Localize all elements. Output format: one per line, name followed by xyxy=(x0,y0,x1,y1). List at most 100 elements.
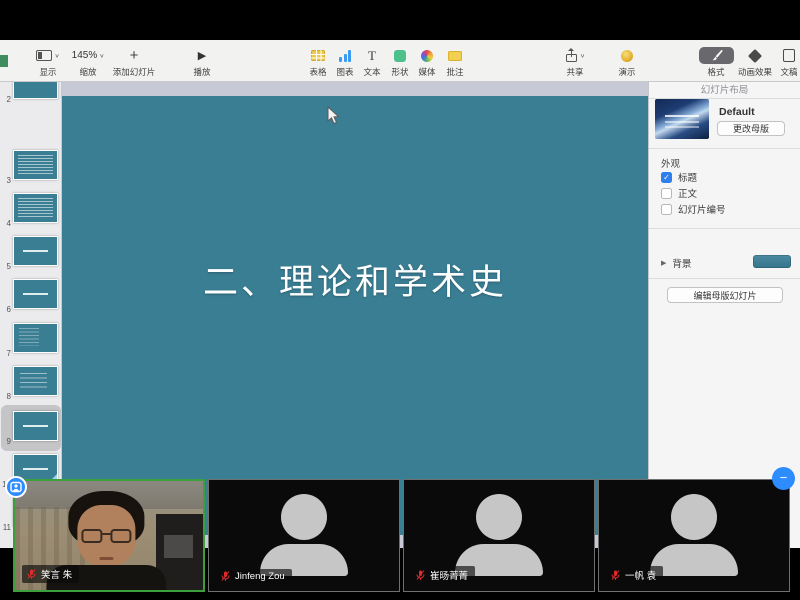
slide-number: 4 xyxy=(2,219,11,228)
slide-number: 5 xyxy=(2,262,11,271)
zoom-control[interactable]: 145%∨ 缩放 xyxy=(62,47,114,78)
appearance-label: 外观 xyxy=(661,156,680,170)
plus-icon: + xyxy=(130,49,139,63)
keynote-live-icon xyxy=(621,50,633,62)
slide-thumbnail-6[interactable]: 6 xyxy=(0,276,62,316)
option-slide-number[interactable]: 幻灯片编号 xyxy=(661,202,726,216)
muted-mic-icon xyxy=(611,570,620,581)
slide-number: 2 xyxy=(2,95,11,104)
document-label: 文稿 xyxy=(780,66,797,78)
slide-number: 11 xyxy=(2,523,11,532)
letterbox-top xyxy=(0,0,800,40)
body-checkbox[interactable] xyxy=(661,188,672,199)
window-view-icon xyxy=(36,50,52,61)
insert-comment-button[interactable]: 批注 xyxy=(429,47,481,78)
present-label: 演示 xyxy=(618,66,635,78)
inspector-header: 幻灯片布局 xyxy=(649,82,800,99)
zoom-label: 缩放 xyxy=(79,66,96,78)
participant-nametag: 一帆 袁 xyxy=(606,566,663,584)
slide-thumb-canvas xyxy=(13,279,58,309)
chevron-down-icon: ∨ xyxy=(54,52,59,58)
share-button[interactable]: ∨ 共享 xyxy=(549,47,601,78)
slide-thumbnail-9-selected[interactable]: 9 xyxy=(0,408,62,448)
zoom-value: 145% xyxy=(72,50,98,61)
slide-thumb-canvas xyxy=(13,150,58,180)
add-slide-button[interactable]: + 添加幻灯片 xyxy=(108,47,160,78)
slide-thumbnail-4[interactable]: 4 xyxy=(0,190,62,230)
comment-label: 批注 xyxy=(446,66,463,78)
share-label: 共享 xyxy=(566,66,583,78)
slide-thumbnail-3[interactable]: 3 xyxy=(0,147,62,187)
participant-name: Jinfeng Zou xyxy=(235,571,285,582)
view-label: 显示 xyxy=(39,66,56,78)
background-row[interactable]: ▶ 背景 xyxy=(661,256,691,270)
change-master-button[interactable]: 更改母版 xyxy=(717,121,785,136)
add-slide-label: 添加幻灯片 xyxy=(113,66,156,78)
check-icon: ✓ xyxy=(663,173,670,182)
disclosure-triangle-icon[interactable]: ▶ xyxy=(661,259,666,267)
comment-icon xyxy=(448,51,462,61)
video-tile-self[interactable]: 笑言 朱 xyxy=(13,479,205,592)
current-slide[interactable]: 二、理论和学术史 xyxy=(62,96,648,535)
video-tile-participant-3[interactable]: 崔旸菁菁 xyxy=(403,479,595,592)
play-icon: ▶ xyxy=(198,49,206,62)
thumbnail-panel-toggle-button[interactable] xyxy=(5,476,27,498)
chevron-down-icon: ∨ xyxy=(580,52,585,58)
slide-number: 6 xyxy=(2,305,11,314)
slide-title[interactable]: 二、理论和学术史 xyxy=(62,254,648,305)
muted-mic-icon xyxy=(221,571,230,582)
minus-icon: − xyxy=(780,473,788,483)
slide-number: 3 xyxy=(2,176,11,185)
participant-name: 崔旸菁菁 xyxy=(430,568,468,582)
slide-thumbnail-5[interactable]: 5 xyxy=(0,233,62,273)
participant-nametag: Jinfeng Zou xyxy=(216,569,292,584)
slide-thumb-canvas xyxy=(13,193,58,223)
share-icon xyxy=(565,49,578,63)
participant-nametag: 崔旸菁菁 xyxy=(411,566,475,584)
avatar-silhouette xyxy=(455,494,543,576)
slide-number-checkbox[interactable] xyxy=(661,204,672,215)
background-label: 背景 xyxy=(672,256,691,270)
mouse-cursor xyxy=(327,106,341,126)
title-checkbox[interactable]: ✓ xyxy=(661,172,672,183)
background-color-swatch[interactable] xyxy=(753,255,791,268)
title-checkbox-label: 标题 xyxy=(678,170,697,184)
muted-mic-icon xyxy=(27,569,36,580)
keynote-toolbar: ∨ 显示 145%∨ 缩放 + 添加幻灯片 ▶ 播放 表格 图表 xyxy=(0,40,800,82)
document-icon xyxy=(783,49,795,62)
video-tile-participant-4[interactable]: 一帆 袁 xyxy=(598,479,790,592)
avatar-silhouette xyxy=(650,494,738,576)
slide-number-checkbox-label: 幻灯片编号 xyxy=(678,202,726,216)
video-tile-participant-2[interactable]: Jinfeng Zou xyxy=(208,479,400,592)
participant-name: 一帆 袁 xyxy=(625,568,656,582)
play-label: 播放 xyxy=(193,66,210,78)
present-button[interactable]: 演示 xyxy=(601,47,653,78)
slide-thumb-canvas xyxy=(13,411,58,441)
slide-thumbnail-8[interactable]: 8 xyxy=(0,363,62,403)
slide-thumb-canvas xyxy=(13,366,58,396)
play-button[interactable]: ▶ 播放 xyxy=(176,47,228,78)
slide-number: 8 xyxy=(2,392,11,401)
participant-nametag: 笑言 朱 xyxy=(22,565,79,583)
edit-master-button[interactable]: 编辑母版幻灯片 xyxy=(667,287,783,303)
slide-thumb-canvas xyxy=(13,236,58,266)
slide-number: 9 xyxy=(2,437,11,446)
meeting-screen-share: ∨ 显示 145%∨ 缩放 + 添加幻灯片 ▶ 播放 表格 图表 xyxy=(0,0,800,600)
chevron-down-icon: ∨ xyxy=(99,52,104,58)
option-body[interactable]: 正文 xyxy=(661,186,697,200)
screen-edge-artifact xyxy=(0,55,8,67)
option-title[interactable]: ✓ 标题 xyxy=(661,170,697,184)
keynote-window: ∨ 显示 145%∨ 缩放 + 添加幻灯片 ▶ 播放 表格 图表 xyxy=(0,40,800,548)
master-slide-thumbnail[interactable] xyxy=(655,99,709,139)
format-label: 格式 xyxy=(707,66,724,78)
document-button[interactable]: 文稿 xyxy=(763,47,800,78)
participant-panel-icon xyxy=(10,481,22,493)
minimize-videos-button[interactable]: − xyxy=(772,467,795,490)
avatar-silhouette xyxy=(260,494,348,576)
slide-number: 7 xyxy=(2,349,11,358)
paintbrush-icon xyxy=(710,49,723,62)
master-name: Default xyxy=(719,106,755,118)
slide-thumbnail-7[interactable]: 7 xyxy=(0,320,62,360)
participant-name: 笑言 朱 xyxy=(41,567,72,581)
slide-thumbnail-2[interactable]: 2 xyxy=(0,82,62,106)
